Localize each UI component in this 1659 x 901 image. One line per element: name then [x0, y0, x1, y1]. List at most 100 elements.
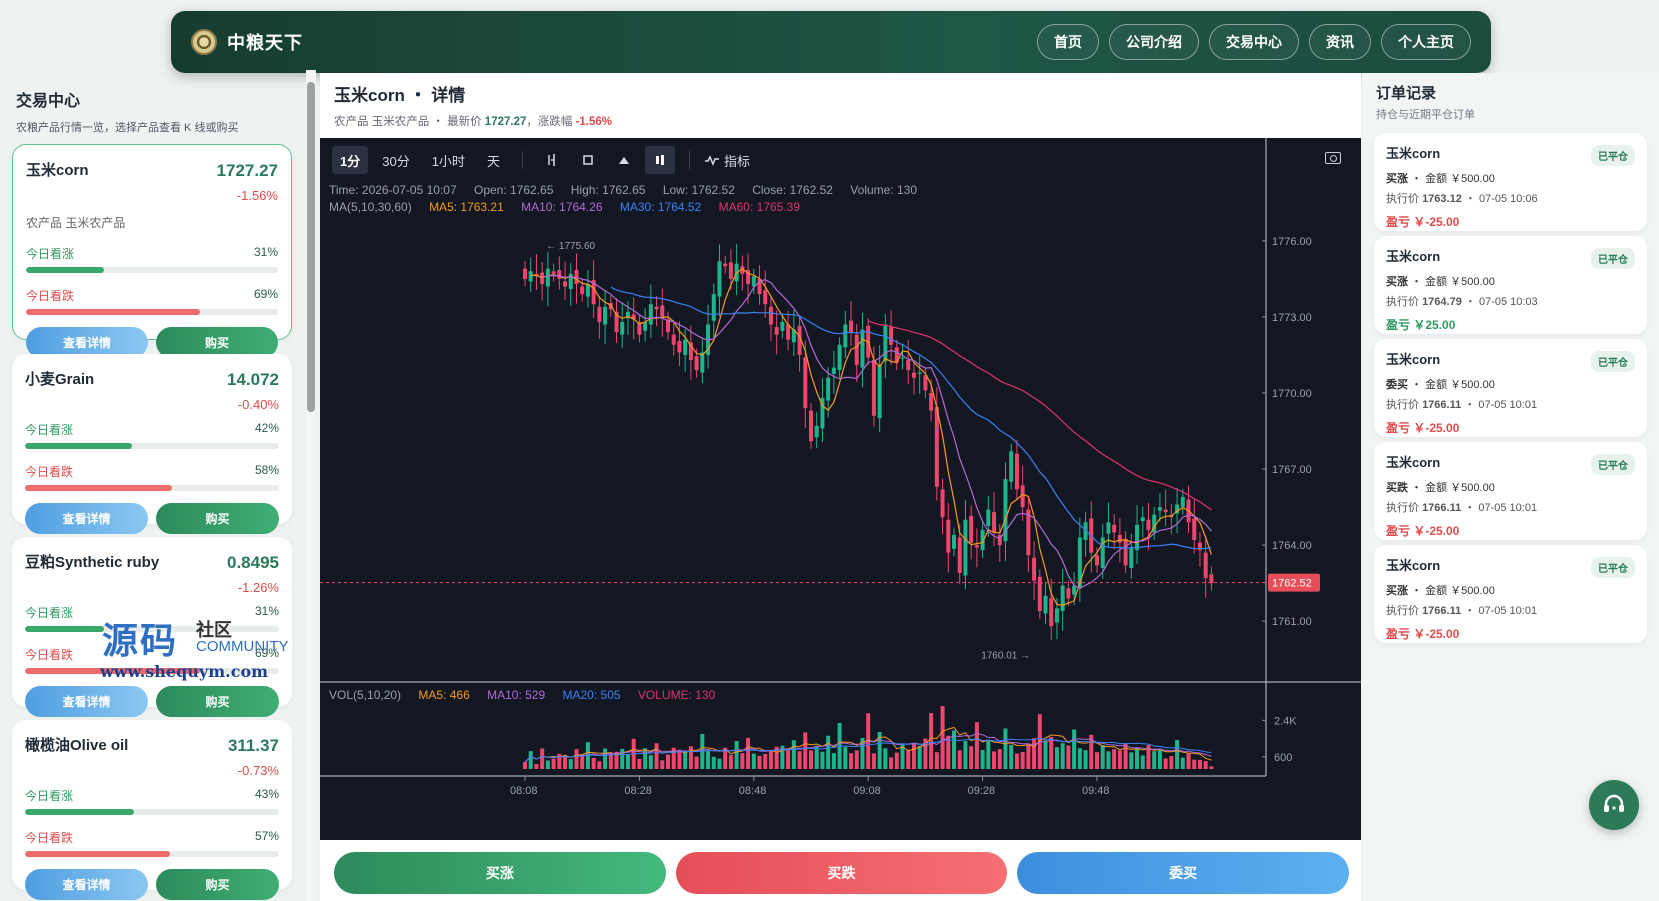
screenshot-icon[interactable]: [1325, 152, 1341, 164]
candle-body: [1014, 453, 1019, 490]
volume-bar: [1083, 750, 1088, 769]
down-percent: 57%: [254, 829, 279, 843]
buy-button[interactable]: 购买: [156, 869, 279, 900]
volume-bar: [540, 748, 545, 769]
indicator-button[interactable]: 指标: [704, 151, 750, 170]
candle-body: [654, 306, 659, 310]
brand-logo-icon[interactable]: [191, 29, 217, 55]
volume-bar: [534, 763, 539, 769]
order-side: 买跌: [1386, 482, 1408, 494]
volume-bar: [734, 741, 739, 769]
exec-label: 执行价: [1386, 502, 1419, 514]
nav-home[interactable]: 首页: [1037, 24, 1099, 60]
order-amount: 金额 ￥500.00: [1425, 276, 1495, 288]
order-card[interactable]: 玉米corn 已平仓 委买 ・ 金额 ￥500.00 执行价 1766.11 ・…: [1374, 339, 1647, 437]
interval-1m[interactable]: 1分: [332, 146, 369, 174]
volume-bar: [1129, 752, 1134, 769]
down-poll-row: 今日看跌 69%: [25, 646, 279, 663]
volume-bar: [1014, 753, 1019, 769]
price-tick-label: 1770.00: [1272, 388, 1312, 400]
order-card[interactable]: 玉米corn 已平仓 买涨 ・ 金额 ￥500.00 执行价 1766.11 ・…: [1374, 545, 1647, 643]
product-card[interactable]: 小麦Grain 14.072 -0.40% 今日看涨 42% 今日看跌 58% …: [12, 354, 292, 534]
candle-body: [1037, 576, 1042, 612]
candle-body: [826, 377, 831, 401]
volume-bar: [1032, 738, 1037, 769]
candle-body: [728, 262, 733, 279]
view-detail-button[interactable]: 查看详情: [25, 869, 148, 900]
brand-name[interactable]: 中粮天下: [227, 29, 303, 55]
interval-30m[interactable]: 30分: [374, 146, 417, 174]
order-time: 07-05 10:01: [1478, 399, 1538, 411]
nav-profile[interactable]: 个人主页: [1381, 24, 1471, 60]
candle-body: [1060, 585, 1065, 612]
buy-button[interactable]: 购买: [156, 686, 279, 717]
candle-body: [854, 334, 859, 366]
status-badge: 已平仓: [1591, 248, 1635, 269]
candle-body: [1106, 522, 1111, 534]
down-percent: 69%: [254, 646, 279, 660]
volume-bar: [940, 706, 945, 769]
volume-bar: [969, 746, 974, 769]
exec-price: 1766.11: [1422, 605, 1462, 617]
down-progress-bar: [25, 485, 279, 491]
candle-body: [900, 357, 905, 359]
left-scrollbar-thumb[interactable]: [307, 82, 315, 412]
candle-body: [1072, 585, 1077, 595]
nav-news[interactable]: 资讯: [1309, 24, 1371, 60]
buy-button[interactable]: 购买: [156, 503, 279, 534]
candle-body: [683, 339, 688, 355]
view-detail-button[interactable]: 查看详情: [25, 503, 148, 534]
vol-tick-label: 2.4K: [1274, 715, 1297, 727]
buy-up-button[interactable]: 买涨: [334, 852, 666, 894]
nav-trading[interactable]: 交易中心: [1209, 24, 1299, 60]
volume-bar: [1009, 744, 1014, 769]
vol-info: VOL(5,10,20) MA5: 466 MA10: 529 MA20: 50…: [329, 688, 729, 702]
volume-bar: [757, 755, 762, 769]
order-card[interactable]: 玉米corn 已平仓 买涨 ・ 金额 ￥500.00 执行价 1764.79 ・…: [1374, 236, 1647, 334]
volume-bar: [974, 722, 979, 769]
status-badge: 已平仓: [1591, 145, 1635, 166]
down-progress-bar: [26, 309, 278, 315]
product-card[interactable]: 玉米corn 1727.27 -1.56% 农产品 玉米农产品 今日看涨 31%…: [12, 144, 292, 358]
candle-body: [1032, 557, 1037, 581]
candle-body: [528, 271, 533, 282]
up-progress-bar: [25, 626, 279, 632]
vol-ma20: MA20: 505: [562, 688, 621, 702]
volume-bar: [1197, 759, 1202, 769]
hollow-candle-icon[interactable]: [573, 146, 603, 174]
volume-bar: [963, 741, 968, 769]
interval-day[interactable]: 天: [479, 146, 508, 174]
candle-body: [774, 327, 779, 335]
entrust-buy-button[interactable]: 委买: [1017, 852, 1350, 894]
candle-body: [523, 268, 527, 279]
candle-body: [540, 272, 545, 284]
ma30-value: MA30: 1764.52: [619, 200, 702, 214]
product-card[interactable]: 橄榄油Olive oil 311.37 -0.73% 今日看涨 43% 今日看跌…: [12, 720, 292, 900]
candle-body: [883, 324, 888, 362]
indicator-wave-icon: [704, 155, 719, 166]
order-card[interactable]: 玉米corn 已平仓 买涨 ・ 金额 ￥500.00 执行价 1763.12 ・…: [1374, 133, 1647, 231]
order-card[interactable]: 玉米corn 已平仓 买跌 ・ 金额 ￥500.00 执行价 1766.11 ・…: [1374, 442, 1647, 540]
candle-body: [1066, 588, 1071, 599]
product-card[interactable]: 豆粕Synthetic ruby 0.8495 -1.26% 今日看涨 31% …: [12, 537, 292, 717]
bar-chart-type-icon[interactable]: [537, 146, 567, 174]
area-chart-icon[interactable]: [609, 146, 639, 174]
kline-chart[interactable]: 1776.00 1773.00 1770.00 1767.00 1764.00 1761.…: [320, 138, 1361, 840]
customer-service-button[interactable]: [1589, 780, 1639, 830]
volume-bar: [809, 750, 813, 769]
candle-body: [551, 271, 556, 274]
nav-about[interactable]: 公司介绍: [1109, 24, 1199, 60]
view-detail-button[interactable]: 查看详情: [25, 686, 148, 717]
buy-down-button[interactable]: 买跌: [675, 852, 1008, 894]
volume-bar: [603, 748, 608, 769]
volume-bar: [843, 746, 848, 769]
info-open: Open: 1762.65: [473, 183, 554, 197]
interval-1h[interactable]: 1小时: [424, 146, 473, 174]
down-progress-fill: [25, 668, 201, 674]
volume-bar: [746, 737, 751, 769]
candle-body: [671, 334, 676, 345]
candle-body: [843, 324, 848, 348]
kline-svg[interactable]: 1776.00 1773.00 1770.00 1767.00 1764.00 1761.…: [320, 138, 1361, 840]
candle-body: [917, 372, 922, 374]
candle-chart-icon[interactable]: [644, 146, 675, 174]
